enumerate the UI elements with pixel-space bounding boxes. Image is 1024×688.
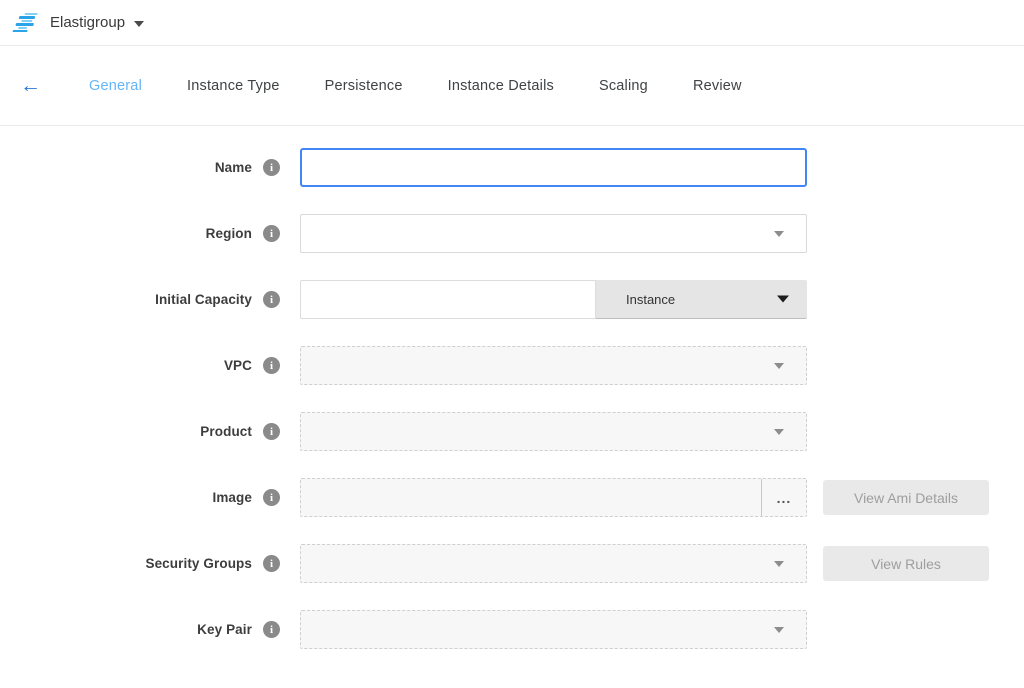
- security-groups-select[interactable]: [300, 544, 807, 583]
- image-label: Image: [212, 490, 252, 505]
- name-row: Name i: [0, 148, 1024, 187]
- tab-instance-details[interactable]: Instance Details: [448, 78, 554, 94]
- info-icon[interactable]: i: [263, 423, 280, 440]
- region-label: Region: [206, 226, 252, 241]
- info-icon[interactable]: i: [263, 555, 280, 572]
- app-switcher[interactable]: Elastigroup: [50, 14, 144, 31]
- info-icon[interactable]: i: [263, 621, 280, 638]
- security-groups-row: Security Groups i View Rules: [0, 544, 1024, 583]
- key-pair-label: Key Pair: [197, 622, 252, 637]
- security-groups-label: Security Groups: [145, 556, 252, 571]
- vpc-label: VPC: [224, 358, 252, 373]
- tab-instance-type[interactable]: Instance Type: [187, 78, 280, 94]
- chevron-down-icon: [134, 21, 144, 27]
- initial-capacity-input[interactable]: [300, 280, 596, 319]
- info-icon[interactable]: i: [263, 225, 280, 242]
- image-row: Image i ... View Ami Details: [0, 478, 1024, 517]
- product-select[interactable]: [300, 412, 807, 451]
- app-name: Elastigroup: [50, 14, 125, 31]
- caret-down-icon: [774, 627, 784, 633]
- initial-capacity-label: Initial Capacity: [155, 292, 252, 307]
- tab-persistence[interactable]: Persistence: [325, 78, 403, 94]
- wizard-tab-bar: ← General Instance Type Persistence Inst…: [0, 46, 1024, 126]
- key-pair-row: Key Pair i: [0, 610, 1024, 649]
- view-rules-button[interactable]: View Rules: [823, 546, 989, 581]
- info-icon[interactable]: i: [263, 159, 280, 176]
- elastigroup-logo-icon: [12, 13, 42, 33]
- region-select[interactable]: [300, 214, 807, 253]
- image-browse-button[interactable]: ...: [761, 479, 806, 516]
- initial-capacity-row: Initial Capacity i Instance: [0, 280, 1024, 319]
- info-icon[interactable]: i: [263, 291, 280, 308]
- key-pair-select[interactable]: [300, 610, 807, 649]
- tab-general[interactable]: General: [89, 78, 142, 94]
- product-row: Product i: [0, 412, 1024, 451]
- vpc-select[interactable]: [300, 346, 807, 385]
- tab-scaling[interactable]: Scaling: [599, 78, 648, 94]
- vpc-row: VPC i: [0, 346, 1024, 385]
- caret-down-icon: [774, 561, 784, 567]
- product-label: Product: [200, 424, 252, 439]
- image-input[interactable]: ...: [300, 478, 807, 517]
- view-ami-details-button[interactable]: View Ami Details: [823, 480, 989, 515]
- info-icon[interactable]: i: [263, 357, 280, 374]
- caret-down-icon: [774, 429, 784, 435]
- region-row: Region i: [0, 214, 1024, 253]
- name-label: Name: [215, 160, 252, 175]
- general-settings-form: Name i Region i Initial Capacity i Insta…: [0, 126, 1024, 649]
- name-input[interactable]: [300, 148, 807, 187]
- capacity-unit-select[interactable]: Instance: [596, 280, 807, 319]
- wizard-tabs: General Instance Type Persistence Instan…: [89, 78, 742, 94]
- capacity-unit-value: Instance: [626, 292, 675, 307]
- tab-review[interactable]: Review: [693, 78, 742, 94]
- caret-down-icon: [774, 363, 784, 369]
- caret-down-icon: [774, 231, 784, 237]
- top-bar: Elastigroup: [0, 0, 1024, 46]
- caret-down-icon: [777, 296, 789, 303]
- back-arrow-icon[interactable]: ←: [20, 75, 41, 96]
- info-icon[interactable]: i: [263, 489, 280, 506]
